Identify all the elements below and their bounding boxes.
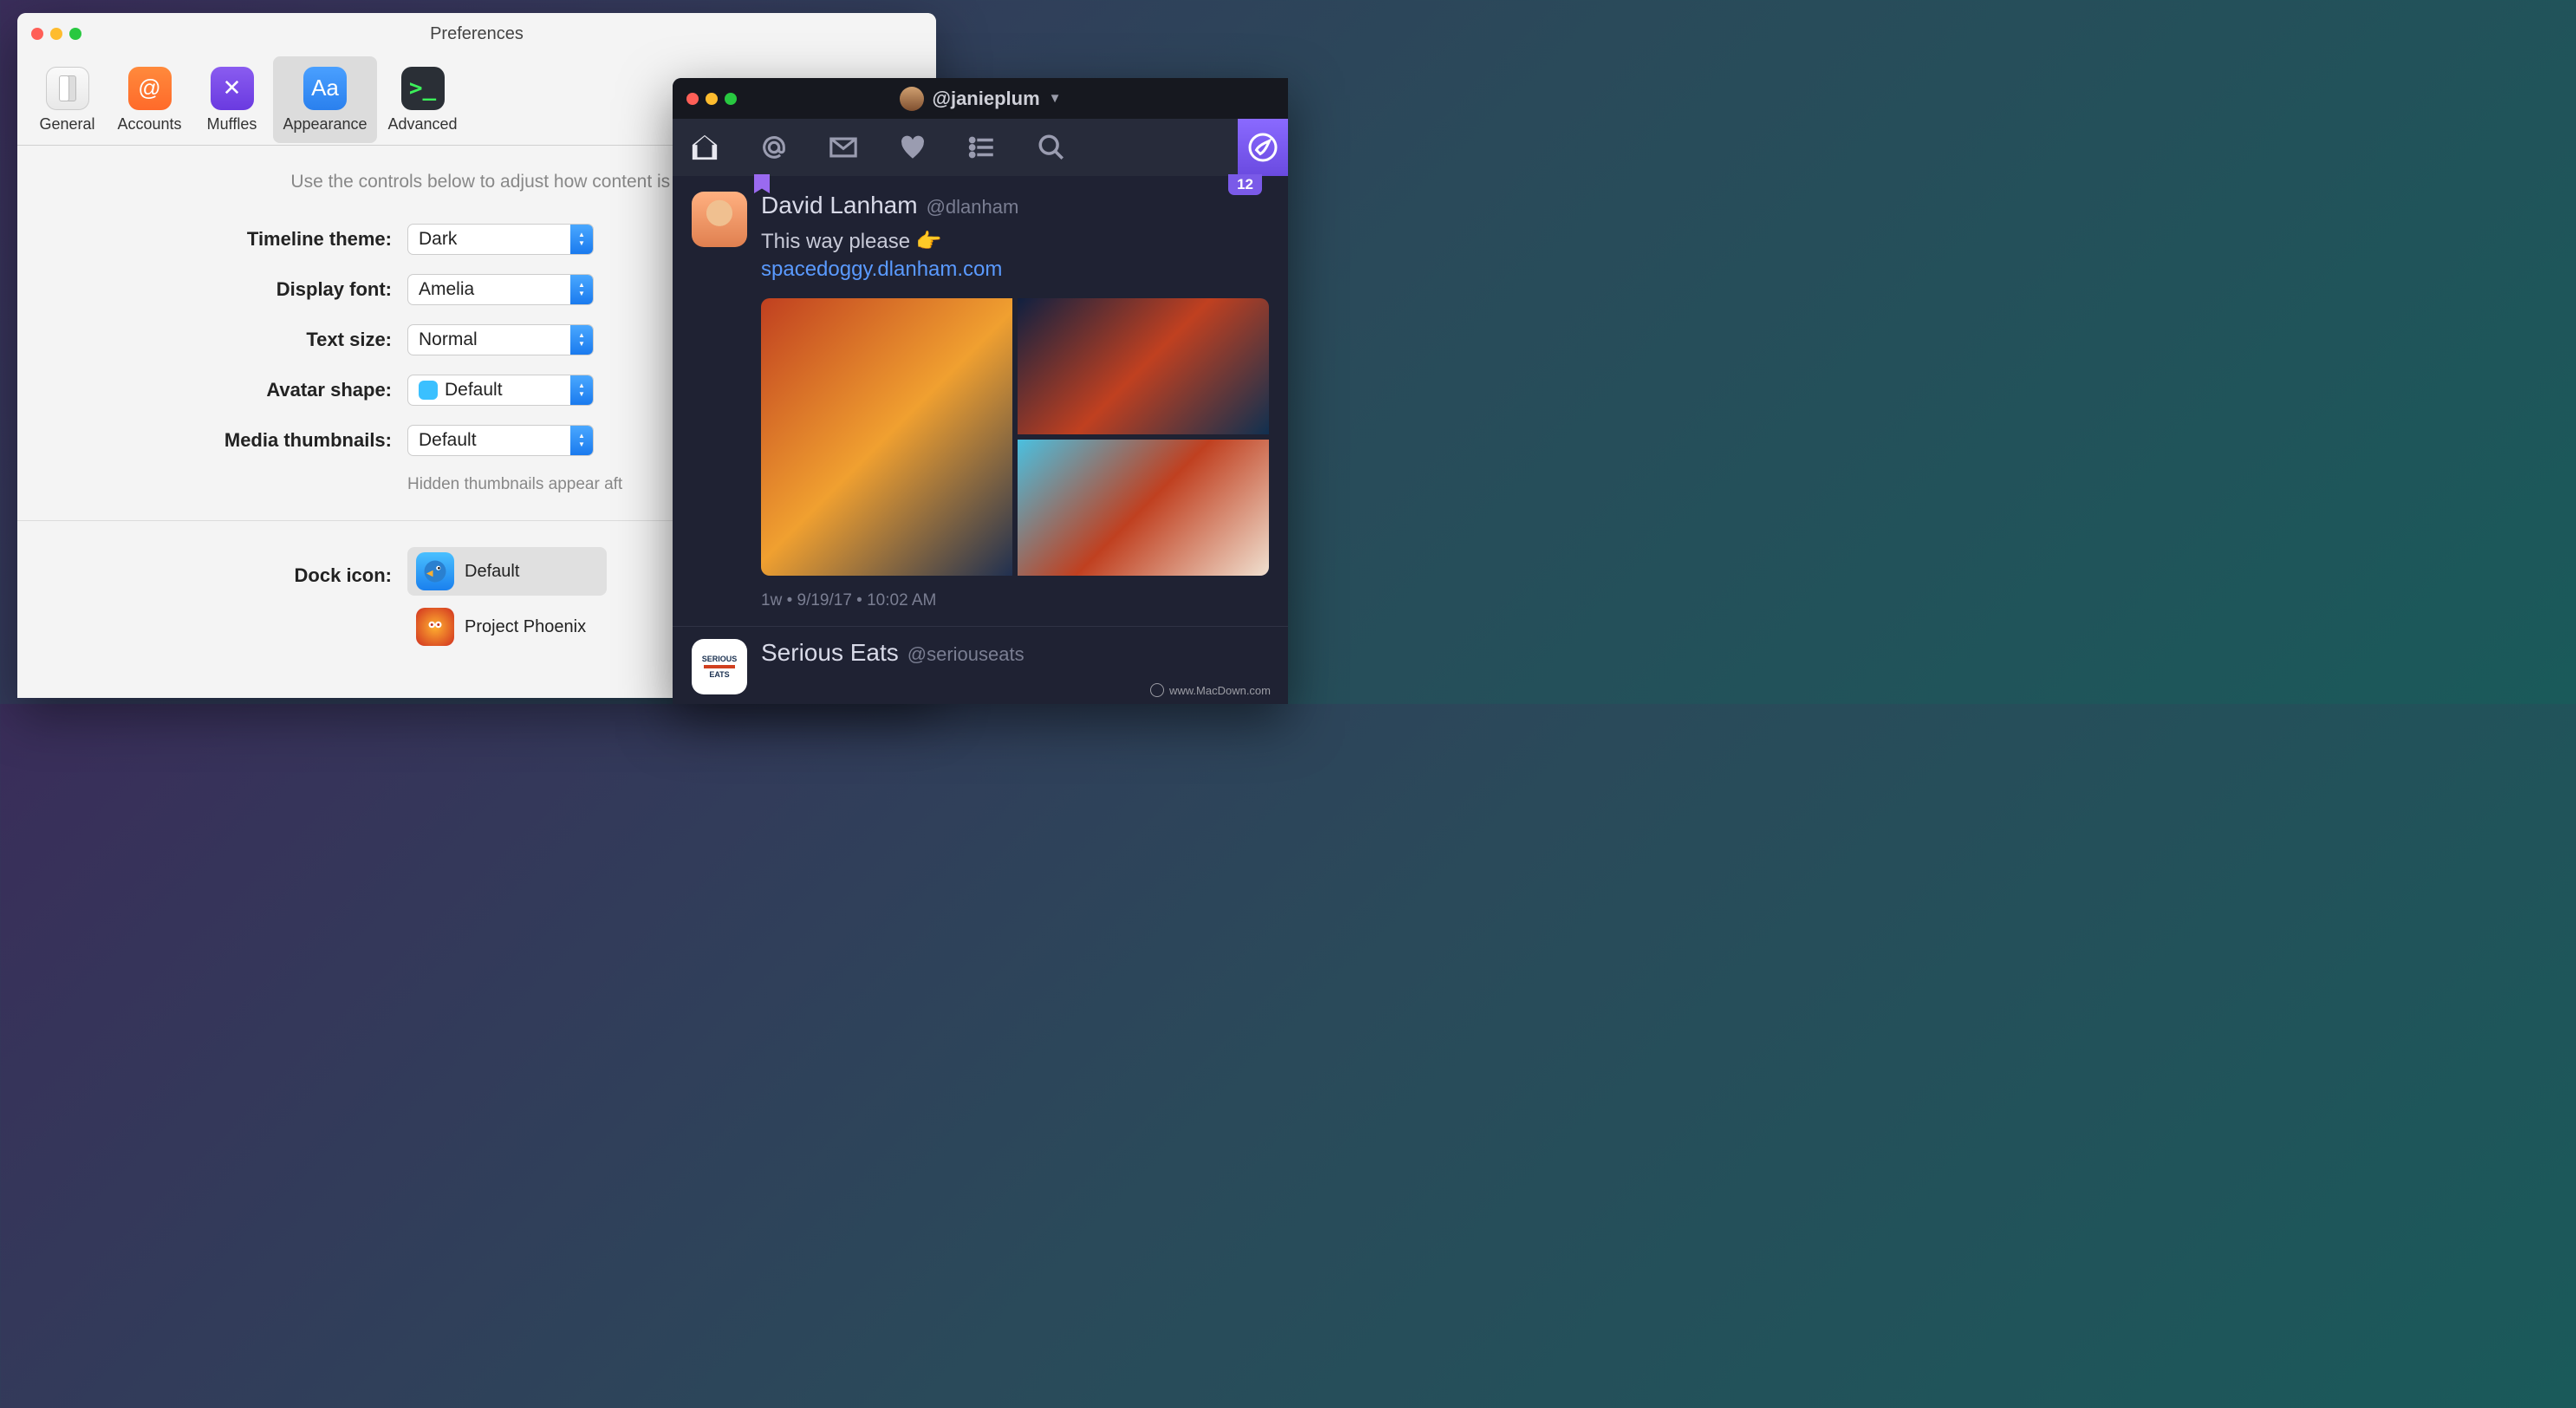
post-media[interactable] (761, 298, 1269, 576)
tab-messages[interactable] (822, 126, 865, 169)
account-handle: @janieplum (933, 88, 1040, 110)
tab-label: Appearance (283, 115, 367, 134)
aa-icon: Aa (303, 67, 347, 110)
zoom-button[interactable] (725, 93, 737, 105)
media-thumbnail[interactable] (1018, 298, 1269, 434)
watermark: www.MacDown.com (1150, 683, 1271, 697)
select-value: Default (445, 380, 503, 401)
select-value: Amelia (419, 279, 474, 300)
avatar (900, 87, 924, 111)
account-switcher[interactable]: @janieplum ▼ (673, 87, 1288, 111)
serious-eats-logo-icon: SERIOUSEATS (692, 639, 747, 694)
tab-label: General (39, 115, 94, 134)
timeline-theme-label: Timeline theme: (52, 228, 407, 251)
display-font-select[interactable]: Amelia (407, 274, 594, 305)
timeline-toolbar (673, 119, 1288, 176)
dock-option-label: Project Phoenix (465, 617, 586, 637)
at-icon: @ (128, 67, 172, 110)
post-link[interactable]: spacedoggy.dlanham.com (761, 257, 1002, 281)
divider (673, 626, 1288, 627)
media-thumbnail[interactable] (1018, 440, 1269, 576)
tab-advanced[interactable]: >_ Advanced (377, 56, 468, 143)
avatar-shape-label: Avatar shape: (52, 379, 407, 401)
post-text: This way please 👉 spacedoggy.dlanham.com (761, 228, 1269, 284)
select-value: Normal (419, 329, 478, 350)
text-size-label: Text size: (52, 329, 407, 351)
phoenix-icon (416, 608, 454, 646)
media-thumbnails-select[interactable]: Default (407, 425, 594, 456)
tab-label: Accounts (117, 115, 181, 134)
tab-lists[interactable] (960, 126, 1004, 169)
stepper-icon (570, 225, 593, 254)
dock-icon-options: Default Project Phoenix (407, 547, 607, 651)
timeline-content: 12 David Lanham @dlanham This way please… (673, 176, 1288, 694)
zoom-button[interactable] (69, 28, 81, 40)
dock-option-phoenix[interactable]: Project Phoenix (407, 603, 607, 651)
minimize-button[interactable] (706, 93, 718, 105)
stepper-icon (570, 275, 593, 304)
tab-general[interactable]: General (26, 56, 108, 143)
window-controls (673, 93, 737, 105)
stepper-icon (570, 325, 593, 355)
post-author-name[interactable]: Serious Eats (761, 639, 899, 667)
timeline-titlebar: @janieplum ▼ (673, 78, 1288, 119)
timeline-window: @janieplum ▼ 12 (673, 78, 1288, 704)
avatar[interactable]: SERIOUSEATS (692, 639, 747, 694)
bird-icon (416, 552, 454, 590)
tab-search[interactable] (1030, 126, 1073, 169)
dock-option-label: Default (465, 562, 519, 582)
terminal-icon: >_ (401, 67, 445, 110)
tab-mentions[interactable] (752, 126, 796, 169)
x-icon: ✕ (211, 67, 254, 110)
dock-option-default[interactable]: Default (407, 547, 607, 596)
post[interactable]: David Lanham @dlanham This way please 👉 … (692, 192, 1269, 610)
media-thumbnail[interactable] (761, 298, 1012, 576)
stepper-icon (570, 375, 593, 405)
display-font-label: Display font: (52, 278, 407, 301)
switch-icon (46, 67, 89, 110)
avatar-shape-preview-icon (419, 381, 438, 400)
tab-home[interactable] (683, 126, 726, 169)
close-button[interactable] (31, 28, 43, 40)
chevron-down-icon: ▼ (1049, 91, 1062, 106)
stepper-icon (570, 426, 593, 455)
timeline-theme-select[interactable]: Dark (407, 224, 594, 255)
tab-accounts[interactable]: @ Accounts (108, 56, 191, 143)
tab-muffles[interactable]: ✕ Muffles (191, 56, 273, 143)
close-button[interactable] (686, 93, 699, 105)
post-author-handle[interactable]: @dlanham (927, 196, 1019, 218)
post-author-name[interactable]: David Lanham (761, 192, 918, 219)
unread-badge[interactable]: 12 (1228, 174, 1262, 195)
preferences-title: Preferences (17, 24, 936, 44)
bookmark-icon (754, 174, 770, 193)
dock-icon-label: Dock icon: (52, 547, 407, 587)
compose-button[interactable] (1238, 119, 1288, 176)
avatar-shape-select[interactable]: Default (407, 375, 594, 406)
preferences-titlebar: Preferences (17, 13, 936, 55)
tab-label: Muffles (207, 115, 257, 134)
avatar[interactable] (692, 192, 747, 247)
media-thumbnails-label: Media thumbnails: (52, 429, 407, 452)
tab-likes[interactable] (891, 126, 934, 169)
tab-appearance[interactable]: Aa Appearance (273, 56, 377, 143)
post-author-handle[interactable]: @seriouseats (907, 643, 1025, 666)
post-timestamp: 1w • 9/19/17 • 10:02 AM (761, 591, 1269, 610)
text-size-select[interactable]: Normal (407, 324, 594, 355)
tab-label: Advanced (387, 115, 457, 134)
minimize-button[interactable] (50, 28, 62, 40)
window-controls (17, 28, 81, 40)
select-value: Dark (419, 229, 457, 250)
select-value: Default (419, 430, 477, 451)
